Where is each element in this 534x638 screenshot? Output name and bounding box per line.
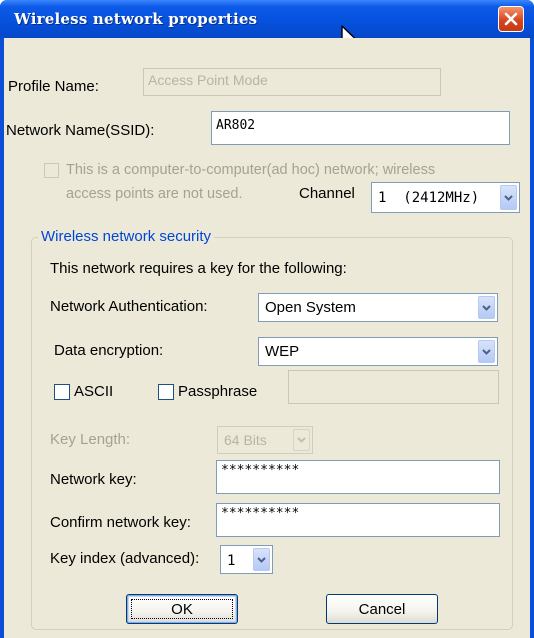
auth-dropdown-button[interactable] bbox=[478, 296, 495, 319]
encryption-select[interactable]: WEP bbox=[258, 337, 498, 366]
ssid-input[interactable]: AR802 bbox=[211, 111, 510, 145]
channel-label: Channel bbox=[299, 185, 355, 202]
title-bar[interactable]: Wireless network properties bbox=[0, 0, 534, 38]
passphrase-checkbox[interactable] bbox=[158, 384, 174, 400]
key-length-value: 64 Bits bbox=[224, 432, 267, 448]
key-index-label: Key index (advanced): bbox=[50, 550, 200, 567]
channel-select[interactable]: 1 (2412MHz) bbox=[371, 182, 520, 213]
cancel-button[interactable]: Cancel bbox=[326, 594, 438, 624]
key-index-dropdown-button[interactable] bbox=[253, 548, 270, 571]
key-index-select[interactable]: 1 bbox=[220, 545, 273, 574]
adhoc-text-line2: access points are not used. bbox=[66, 186, 243, 202]
encryption-label: Data encryption: bbox=[54, 342, 164, 359]
dialog-window: Wireless network properties Profile Name… bbox=[0, 0, 534, 638]
ssid-label: Network Name(SSID): bbox=[6, 122, 155, 139]
dialog-body: Profile Name: Access Point Mode Network … bbox=[4, 38, 530, 638]
chevron-down-icon bbox=[257, 556, 266, 563]
key-index-value: 1 bbox=[227, 553, 236, 569]
key-length-dropdown-button bbox=[293, 429, 310, 451]
network-key-label: Network key: bbox=[50, 471, 137, 488]
encryption-dropdown-button[interactable] bbox=[478, 340, 495, 363]
channel-value: 1 (2412MHz) bbox=[378, 190, 480, 206]
security-group-title: Wireless network security bbox=[38, 228, 215, 245]
confirm-key-input[interactable]: ********** bbox=[216, 503, 500, 537]
focus-rectangle bbox=[131, 599, 233, 619]
auth-value: Open System bbox=[265, 299, 356, 316]
adhoc-text-line1: This is a computer-to-computer(ad hoc) n… bbox=[66, 162, 436, 178]
channel-dropdown-button[interactable] bbox=[500, 185, 517, 210]
cancel-button-label: Cancel bbox=[358, 600, 406, 618]
ok-button[interactable]: OK bbox=[126, 594, 238, 624]
passphrase-label: Passphrase bbox=[178, 383, 258, 400]
adhoc-checkbox bbox=[44, 163, 59, 178]
key-length-select: 64 Bits bbox=[217, 426, 313, 454]
auth-label: Network Authentication: bbox=[50, 298, 208, 315]
confirm-key-label: Confirm network key: bbox=[50, 514, 191, 531]
key-length-label: Key Length: bbox=[50, 431, 131, 448]
chevron-down-icon bbox=[482, 348, 491, 355]
chevron-down-icon bbox=[504, 194, 513, 201]
passphrase-input bbox=[288, 370, 499, 404]
window-title: Wireless network properties bbox=[14, 10, 258, 28]
close-icon bbox=[504, 12, 518, 26]
ascii-checkbox[interactable] bbox=[54, 384, 70, 400]
chevron-down-icon bbox=[297, 437, 306, 443]
auth-select[interactable]: Open System bbox=[258, 293, 498, 322]
network-key-input[interactable]: ********** bbox=[216, 460, 500, 494]
ascii-label: ASCII bbox=[74, 383, 114, 400]
profile-name-label: Profile Name: bbox=[8, 78, 99, 95]
profile-name-field: Access Point Mode bbox=[143, 68, 441, 96]
close-button[interactable] bbox=[498, 6, 524, 32]
encryption-value: WEP bbox=[265, 343, 300, 360]
chevron-down-icon bbox=[482, 304, 491, 311]
requires-key-text: This network requires a key for the foll… bbox=[50, 260, 347, 277]
